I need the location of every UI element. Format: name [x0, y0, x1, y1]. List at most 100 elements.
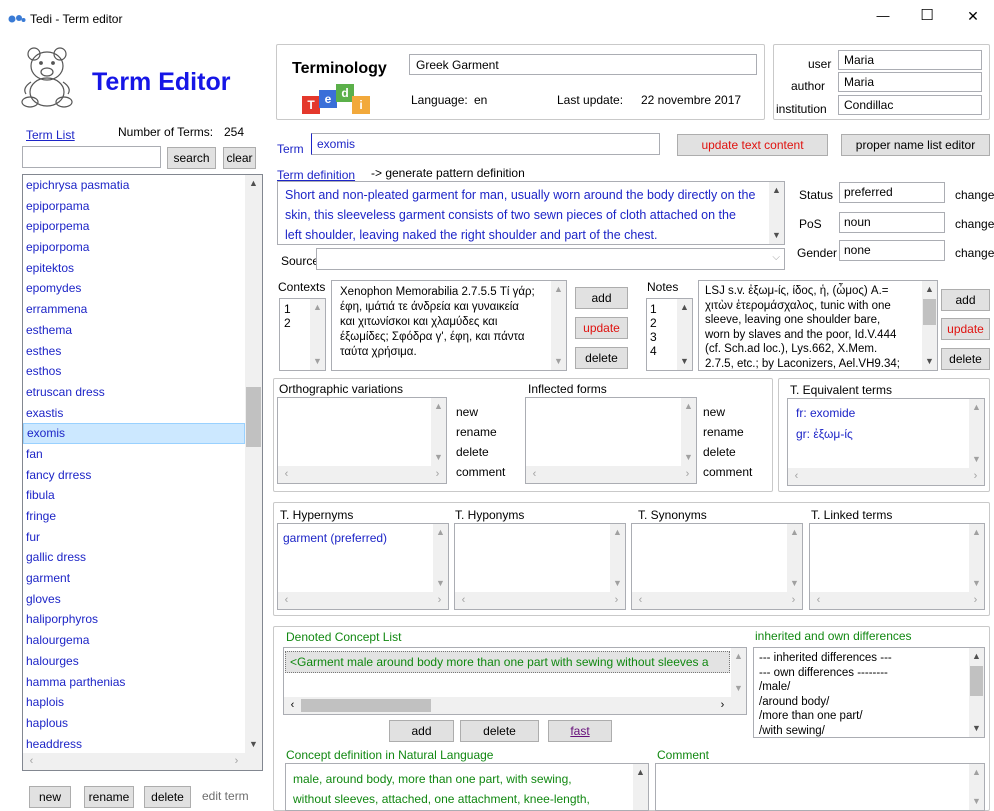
scroll-thumb[interactable]: [246, 387, 261, 447]
note-index[interactable]: 3: [650, 330, 657, 344]
scroll-up-icon[interactable]: ▲: [245, 175, 262, 192]
term-list-item[interactable]: headdress: [23, 734, 245, 755]
term-list-item[interactable]: halourges: [23, 651, 245, 672]
term-list-item[interactable]: exastis: [23, 403, 245, 424]
rename-term-button[interactable]: rename: [84, 786, 134, 808]
update-note-button[interactable]: update: [941, 318, 990, 340]
term-list-item[interactable]: hamma parthenias: [23, 672, 245, 693]
inflected-comment-link[interactable]: comment: [703, 465, 752, 479]
generate-pattern-definition-link[interactable]: -> generate pattern definition: [371, 166, 525, 180]
delete-note-button[interactable]: delete: [941, 348, 990, 370]
comment-text[interactable]: ▲ ▼: [655, 763, 985, 811]
note-index[interactable]: 4: [650, 344, 657, 358]
notes-index-list[interactable]: 1 2 3 4 ▲ ▼: [646, 298, 693, 371]
term-list-item[interactable]: haplois: [23, 692, 245, 713]
add-context-button[interactable]: add: [575, 287, 628, 309]
equivalent-item[interactable]: gr: ἐξωμ-ίς: [796, 427, 853, 441]
term-list-item[interactable]: epiporpema: [23, 216, 245, 237]
term-list-item[interactable]: epitektos: [23, 258, 245, 279]
gender-field[interactable]: none: [839, 240, 945, 261]
inflected-rename-link[interactable]: rename: [703, 425, 744, 439]
context-text[interactable]: Xenophon Memorabilia 2.7.5.5 Τί γάρ; έφη,…: [331, 280, 567, 371]
denoted-concept-list[interactable]: <Garment male around body more than one …: [283, 647, 747, 715]
clear-button[interactable]: clear: [223, 147, 256, 169]
orthographic-variations-list[interactable]: ▲ ▼ ‹ ›: [277, 397, 447, 484]
scroll-right-icon[interactable]: ›: [228, 753, 245, 770]
ortho-new-link[interactable]: new: [456, 405, 478, 419]
proper-name-list-editor-button[interactable]: proper name list editor: [841, 134, 990, 156]
user-field[interactable]: Maria: [838, 50, 982, 70]
term-list-item[interactable]: fringe: [23, 506, 245, 527]
minimize-icon[interactable]: —: [868, 8, 898, 23]
concept-hscrollbar[interactable]: ‹ ›: [284, 697, 746, 714]
search-button[interactable]: search: [167, 147, 216, 169]
ortho-rename-link[interactable]: rename: [456, 425, 497, 439]
term-list[interactable]: epichrysa pasmatia epiporpama epiporpema ep…: [22, 174, 263, 771]
pos-change-link[interactable]: change: [955, 217, 994, 231]
term-list-item[interactable]: epiporpama: [23, 196, 245, 217]
term-list-item[interactable]: epomydes: [23, 278, 245, 299]
hypernyms-list[interactable]: garment (preferred) ▲ ▼ ‹ ›: [277, 523, 449, 610]
term-list-item[interactable]: exomis: [23, 423, 245, 444]
delete-context-button[interactable]: delete: [575, 347, 628, 369]
note-index[interactable]: 2: [650, 316, 657, 330]
scroll-left-icon[interactable]: ‹: [23, 753, 40, 770]
term-list-item[interactable]: esthema: [23, 320, 245, 341]
term-list-item[interactable]: fibula: [23, 485, 245, 506]
term-list-item[interactable]: esthes: [23, 341, 245, 362]
ortho-delete-link[interactable]: delete: [456, 445, 489, 459]
scroll-down-icon[interactable]: ▼: [245, 736, 262, 753]
term-list-item[interactable]: etruscan dress: [23, 382, 245, 403]
source-field[interactable]: ⌵: [316, 248, 785, 270]
linked-terms-list[interactable]: ▲ ▼ ‹ ›: [809, 523, 985, 610]
concept-item[interactable]: <Garment male around body more than one …: [285, 651, 730, 673]
equivalent-item[interactable]: fr: exomide: [796, 406, 855, 420]
new-term-button[interactable]: new: [29, 786, 71, 808]
update-text-content-button[interactable]: update text content: [677, 134, 828, 156]
source-dropdown-icon[interactable]: ⌵: [772, 252, 780, 263]
add-concept-button[interactable]: add: [389, 720, 454, 742]
term-search-input[interactable]: [22, 146, 161, 168]
author-field[interactable]: Maria: [838, 72, 982, 92]
term-list-item[interactable]: errammena: [23, 299, 245, 320]
hypernym-item[interactable]: garment (preferred): [283, 531, 387, 545]
term-list-hscrollbar[interactable]: ‹ ›: [23, 753, 262, 770]
status-change-link[interactable]: change: [955, 188, 994, 202]
term-list-item[interactable]: fan: [23, 444, 245, 465]
term-list-item[interactable]: fur: [23, 527, 245, 548]
term-list-item[interactable]: epichrysa pasmatia: [23, 175, 245, 196]
term-field[interactable]: exomis: [311, 133, 660, 155]
equivalent-terms-list[interactable]: fr: exomide gr: ἐξωμ-ίς ▲ ▼ ‹ ›: [787, 398, 985, 486]
hyponyms-list[interactable]: ▲ ▼ ‹ ›: [454, 523, 626, 610]
ortho-comment-link[interactable]: comment: [456, 465, 505, 479]
context-index[interactable]: 2: [284, 316, 291, 330]
note-text[interactable]: LSJ s.v. ἐξωμ-ίς, ίδος, ἡ, (ὦμος) A.= χιτ…: [698, 280, 938, 371]
term-list-scrollbar[interactable]: ▲ ▼: [245, 175, 262, 753]
differences-list[interactable]: --- inherited differences --- --- own dif…: [753, 647, 985, 738]
inflected-new-link[interactable]: new: [703, 405, 725, 419]
delete-term-button[interactable]: delete: [144, 786, 191, 808]
inflected-forms-list[interactable]: ▲ ▼ ‹ ›: [525, 397, 697, 484]
maximize-icon[interactable]: ☐: [912, 6, 942, 24]
delete-concept-button[interactable]: delete: [460, 720, 539, 742]
close-icon[interactable]: ✕: [958, 8, 988, 25]
term-list-item[interactable]: gallic dress: [23, 547, 245, 568]
context-index[interactable]: 1: [284, 302, 291, 316]
term-list-item[interactable]: esthos: [23, 361, 245, 382]
add-note-button[interactable]: add: [941, 289, 990, 311]
term-list-item[interactable]: fancy drress: [23, 465, 245, 486]
institution-field[interactable]: Condillac: [838, 95, 982, 115]
note-index[interactable]: 1: [650, 302, 657, 316]
term-list-item[interactable]: haliporphyros: [23, 609, 245, 630]
gender-change-link[interactable]: change: [955, 246, 994, 260]
fast-concept-button[interactable]: fast: [548, 720, 612, 742]
terminology-name-field[interactable]: Greek Garment: [409, 54, 757, 75]
contexts-index-list[interactable]: 1 2 ▲ ▼: [279, 298, 326, 371]
term-list-item[interactable]: halourgema: [23, 630, 245, 651]
synonyms-list[interactable]: ▲ ▼ ‹ ›: [631, 523, 803, 610]
definition-scrollbar[interactable]: ▲ ▼: [769, 182, 784, 244]
term-definition-text[interactable]: Short and non-pleated garment for man, u…: [277, 181, 785, 245]
term-list-item[interactable]: epiporpoma: [23, 237, 245, 258]
term-list-item[interactable]: gloves: [23, 589, 245, 610]
term-list-item[interactable]: haplous: [23, 713, 245, 734]
